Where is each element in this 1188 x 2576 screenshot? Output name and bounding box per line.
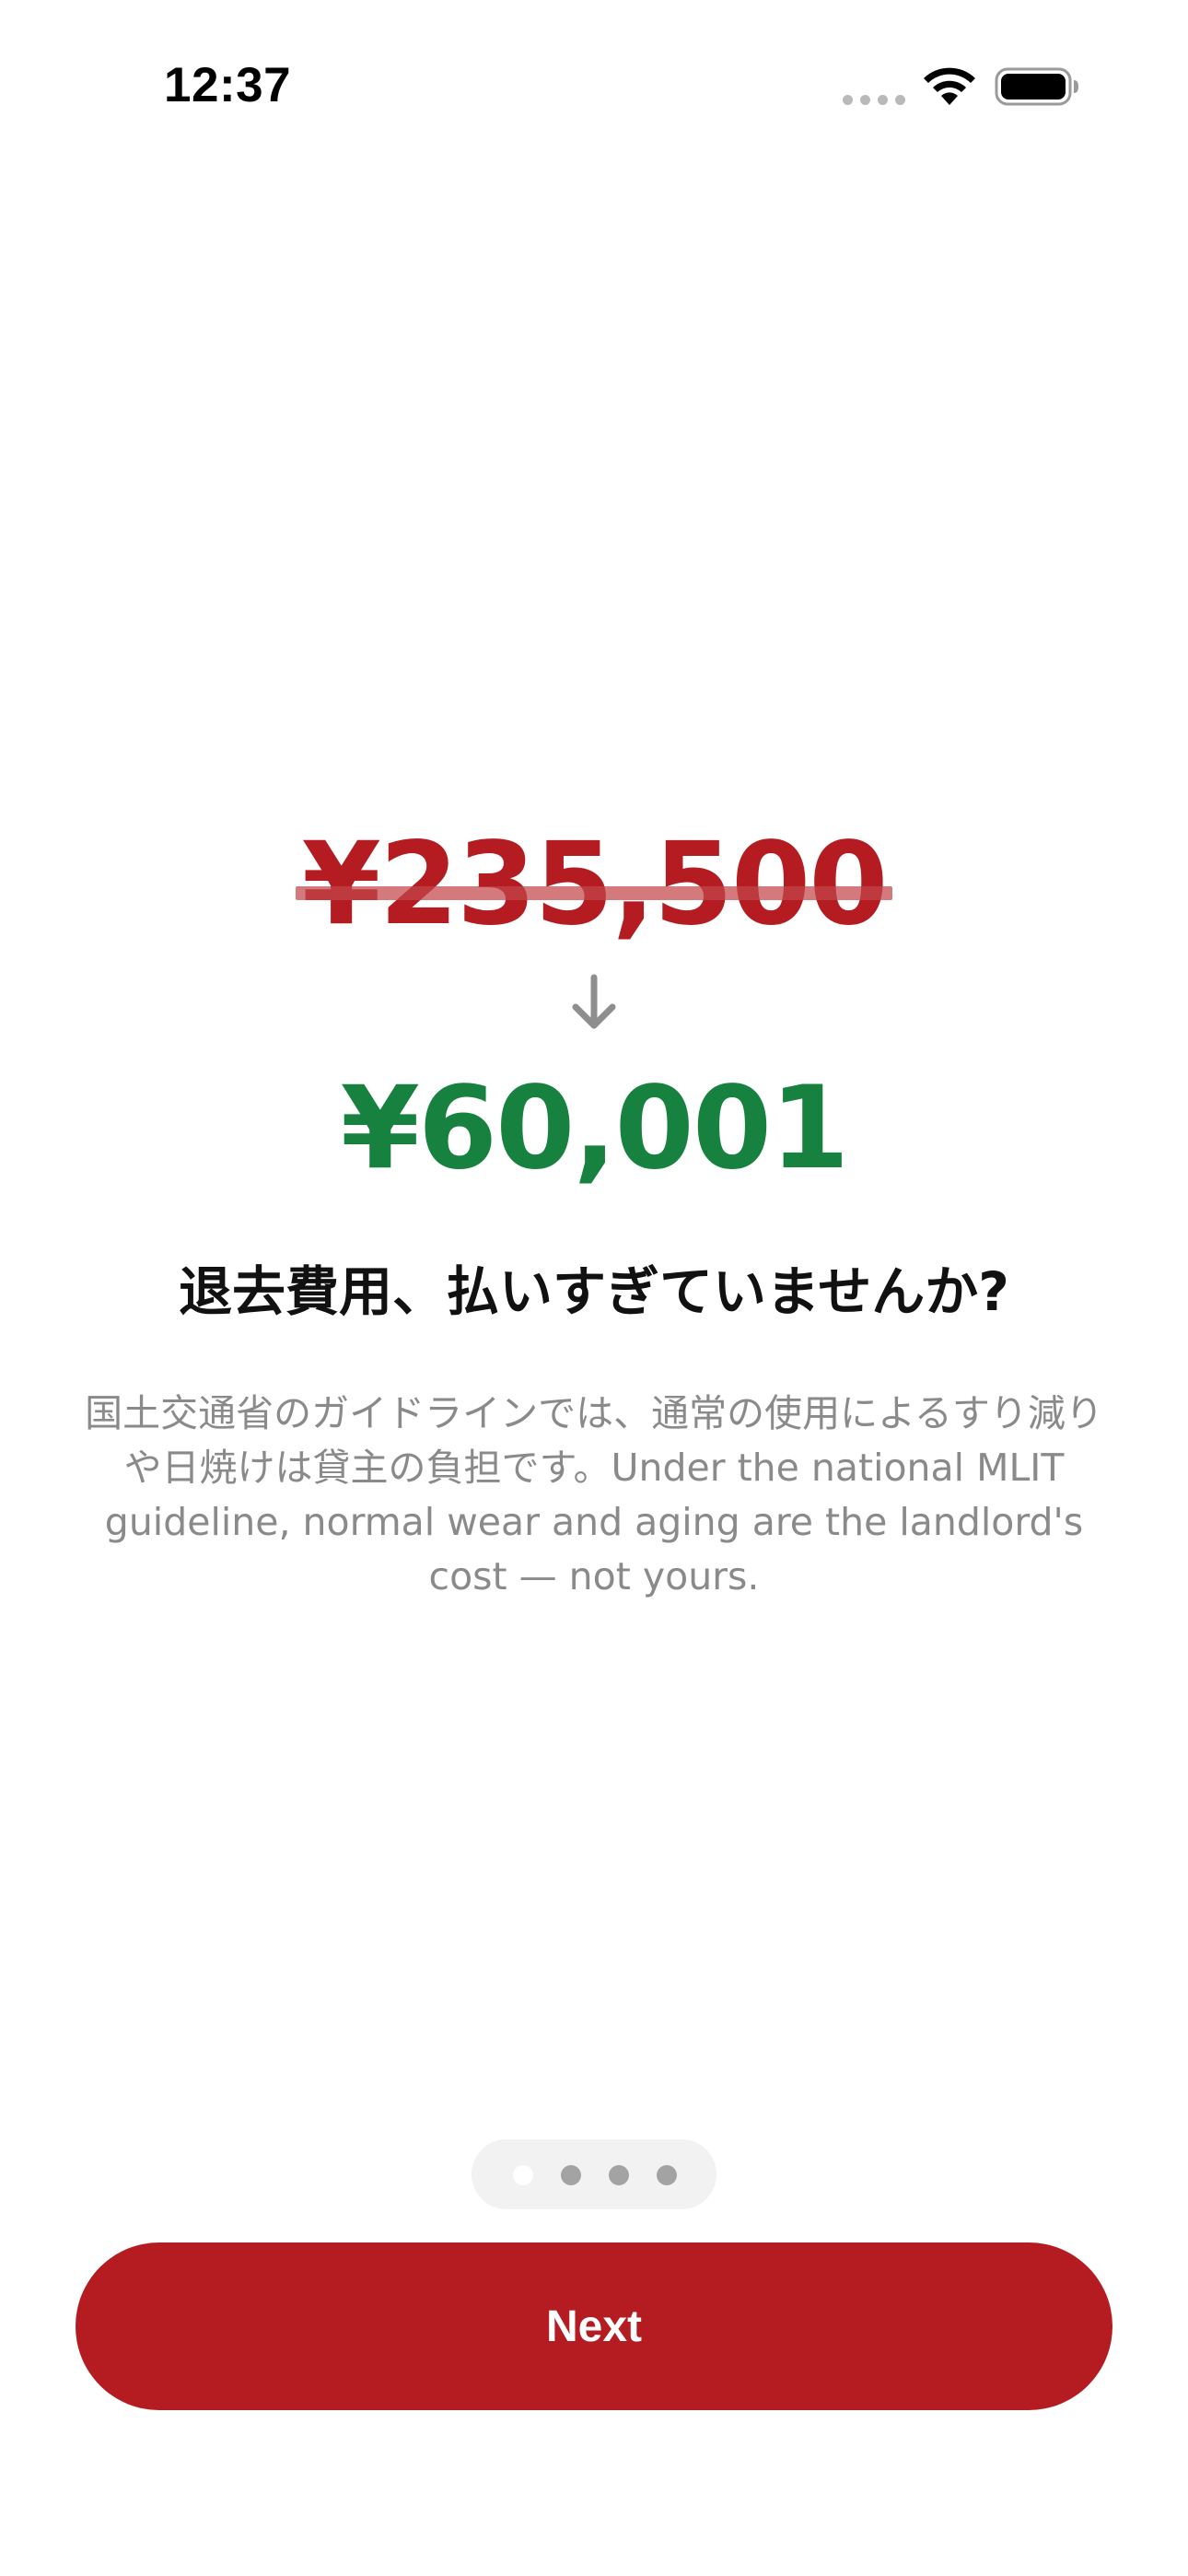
old-price-container: ¥235,500 bbox=[0, 820, 1188, 949]
wifi-icon bbox=[924, 67, 975, 105]
status-bar: 12:37 bbox=[0, 0, 1188, 175]
battery-icon bbox=[995, 67, 1078, 106]
page-dot-2[interactable] bbox=[561, 2165, 581, 2185]
cellular-signal-icon bbox=[843, 95, 905, 105]
next-button-label: Next bbox=[545, 2301, 643, 2351]
old-price-text: ¥235,500 bbox=[301, 818, 888, 951]
new-price-container: ¥60,001 bbox=[0, 1064, 1188, 1193]
page-indicator[interactable] bbox=[472, 2139, 716, 2209]
strikethrough-line bbox=[296, 886, 892, 900]
page-dot-3[interactable] bbox=[609, 2165, 629, 2185]
headline: 退去費用、払いすぎていませんか? bbox=[179, 1260, 1009, 1323]
old-price: ¥235,500 bbox=[296, 818, 892, 951]
arrow-down-icon bbox=[572, 974, 616, 1029]
description-text: 国土交通省のガイドラインでは、通常の使用によるすり減りや日焼けは貸主の負担です。… bbox=[85, 1391, 1103, 1598]
new-price: ¥60,001 bbox=[340, 1062, 850, 1195]
next-button[interactable]: Next bbox=[76, 2242, 1112, 2410]
page-dot-4[interactable] bbox=[657, 2165, 677, 2185]
page-dot-1[interactable] bbox=[513, 2165, 533, 2185]
status-time: 12:37 bbox=[164, 58, 292, 112]
